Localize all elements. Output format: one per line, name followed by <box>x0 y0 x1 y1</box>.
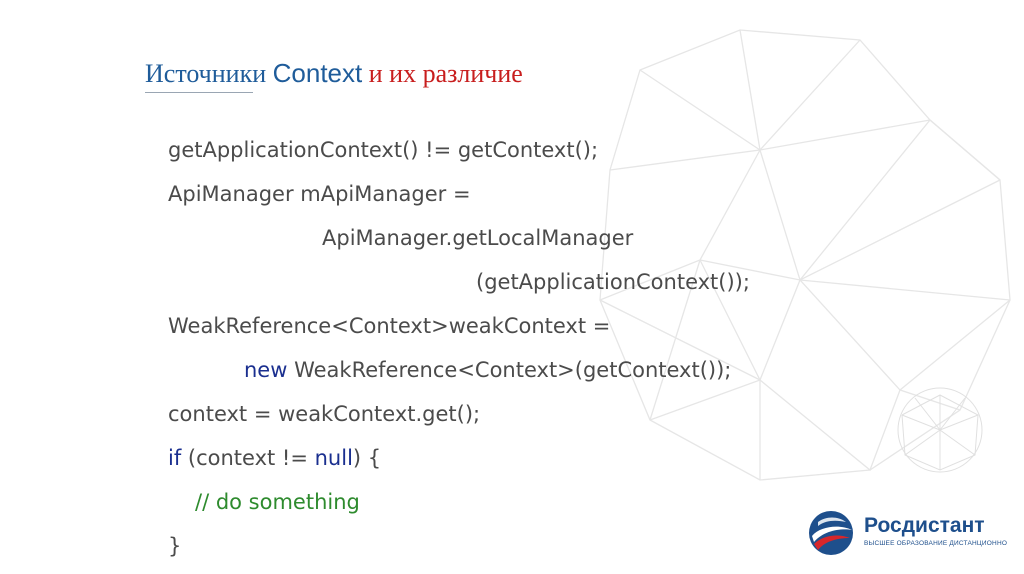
code-line-10: } <box>168 534 182 558</box>
code-line-4: (getApplicationContext()); <box>476 270 750 294</box>
code-line-5: WeakReference<Context>weakContext = <box>168 314 611 338</box>
keyword-if: if <box>168 446 182 470</box>
code-line-3: ApiManager.getLocalManager <box>322 226 634 250</box>
code-line-7: context = weakContext.get(); <box>168 402 481 426</box>
code-line-8: if (context != null) { <box>168 448 381 469</box>
keyword-null: null <box>314 446 353 470</box>
code-line-8-mid: (context != <box>181 446 315 470</box>
code-comment: // do something <box>195 490 360 514</box>
code-line-8-end: ) { <box>352 446 382 470</box>
code-line-1: getApplicationContext() != getContext(); <box>168 138 599 162</box>
code-line-2: ApiManager mApiManager = <box>168 182 471 206</box>
code-line-6: new WeakReference<Context>(getContext())… <box>244 360 731 381</box>
keyword-new: new <box>244 358 288 382</box>
logo-name: Росдистант <box>864 514 985 537</box>
logo-subtitle: ВЫСШЕЕ ОБРАЗОВАНИЕ ДИСТАНЦИОННО <box>864 540 1008 547</box>
code-block: getApplicationContext() != getContext();… <box>0 0 1024 574</box>
logo-globe-icon <box>809 511 853 555</box>
code-line-6-rest: WeakReference<Context>(getContext()); <box>287 358 732 382</box>
rosdistant-logo: Росдистант ВЫСШЕЕ ОБРАЗОВАНИЕ ДИСТАНЦИОН… <box>806 508 1007 560</box>
